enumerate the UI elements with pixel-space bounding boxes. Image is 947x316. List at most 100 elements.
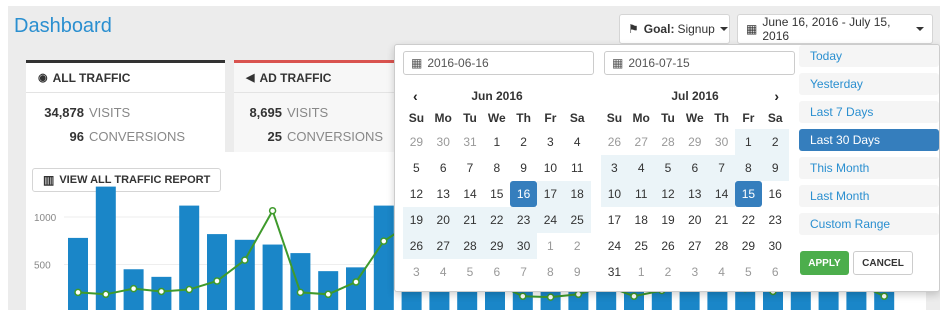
visits-bar[interactable] [262,244,283,310]
visits-bar[interactable] [207,234,227,310]
conversions-point[interactable] [519,292,527,300]
calendar-day[interactable]: 1 [483,129,510,155]
tab-ad-traffic[interactable]: ◀ AD TRAFFIC 8,695 VISITS 25 CONVERSIONS [234,60,414,152]
end-date-input[interactable]: ▦ 2016-07-15 [604,51,795,75]
calendar-day[interactable]: 4 [564,129,591,155]
range-option[interactable]: Yesterday [799,73,939,95]
calendar-day[interactable]: 21 [708,207,735,233]
calendar-day[interactable]: 12 [403,181,430,207]
conversions-point[interactable] [574,290,583,299]
calendar-day[interactable]: 29 [483,233,511,259]
calendar-day[interactable]: 26 [655,233,682,259]
calendar-day[interactable]: 8 [734,155,762,181]
calendar-day[interactable]: 23 [510,207,537,233]
calendar-day[interactable]: 1 [628,259,655,285]
calendar-day[interactable]: 14 [457,181,484,207]
calendar-day[interactable]: 17 [601,207,628,233]
calendar-day[interactable]: 16 [510,181,537,207]
conversions-point[interactable] [380,237,388,245]
calendar-day[interactable]: 16 [762,181,789,207]
calendar-day[interactable]: 15 [483,181,510,207]
calendar-day[interactable]: 15 [734,181,762,207]
calendar-day[interactable]: 5 [654,155,682,181]
calendar-day[interactable]: 2 [655,259,682,285]
calendar-day[interactable]: 7 [457,155,484,181]
calendar-day[interactable]: 10 [537,155,564,181]
calendar-day[interactable]: 19 [403,207,430,233]
next-month-icon[interactable]: › [774,85,779,107]
calendar-day[interactable]: 13 [681,181,709,207]
conversions-point[interactable] [213,277,221,285]
conversions-point[interactable] [129,284,138,293]
visits-bar[interactable] [290,253,311,310]
conversions-point[interactable] [296,288,305,297]
calendar-day[interactable]: 5 [735,259,762,285]
calendar-day[interactable]: 30 [762,233,789,259]
calendar-day[interactable]: 8 [483,155,510,181]
conversions-point[interactable] [102,290,110,299]
conversions-point[interactable] [630,292,638,300]
calendar-day[interactable]: 4 [708,259,735,285]
calendar-day[interactable]: 23 [762,207,789,233]
calendar-day[interactable]: 6 [483,259,510,285]
calendar-day[interactable]: 3 [537,129,564,155]
calendar-day[interactable]: 3 [403,259,430,285]
calendar-day[interactable]: 8 [537,259,564,285]
calendar-day[interactable]: 24 [536,207,564,233]
calendar-day[interactable]: 14 [708,181,735,207]
range-option[interactable]: This Month [799,157,939,179]
visits-bar[interactable] [234,239,255,310]
calendar-day[interactable]: 2 [510,129,537,155]
calendar-day[interactable]: 11 [564,155,591,181]
calendar-day[interactable]: 2 [564,233,591,259]
conversions-point[interactable] [352,278,360,286]
goal-dropdown-button[interactable]: ⚑ Goal: Signup [619,14,730,44]
calendar-day[interactable]: 18 [563,181,591,207]
range-option[interactable]: Last 30 Days [799,129,939,151]
date-range-button[interactable]: ▦ June 16, 2016 - July 15, 2016 [737,14,933,44]
visits-bar[interactable] [179,205,200,310]
calendar-day[interactable]: 10 [601,181,628,207]
calendar-day[interactable]: 29 [403,129,430,155]
calendar-day[interactable]: 1 [734,129,762,155]
calendar-day[interactable]: 29 [735,233,762,259]
calendar-day[interactable]: 21 [456,207,484,233]
calendar-day[interactable]: 9 [510,155,537,181]
range-option[interactable]: Last 7 Days [799,101,939,123]
calendar-day[interactable]: 27 [681,233,708,259]
cancel-button[interactable]: CANCEL [853,251,913,275]
range-option[interactable]: Custom Range [799,213,939,235]
conversions-point[interactable] [880,292,888,300]
calendar-day[interactable]: 11 [627,181,655,207]
start-date-input[interactable]: ▦ 2016-06-16 [403,51,594,75]
visits-bar[interactable] [68,237,88,310]
calendar-day[interactable]: 13 [430,181,457,207]
calendar-day[interactable]: 19 [655,207,682,233]
conversions-point[interactable] [546,293,555,301]
calendar-day[interactable]: 25 [628,233,655,259]
calendar-day[interactable]: 6 [430,155,457,181]
visits-bar[interactable] [346,267,366,310]
calendar-day[interactable]: 22 [735,207,762,233]
calendar-day[interactable]: 7 [708,155,735,181]
calendar-day[interactable]: 6 [681,155,709,181]
calendar-day[interactable]: 9 [564,259,591,285]
calendar-day[interactable]: 2 [761,129,789,155]
visits-bar[interactable] [373,205,394,310]
calendar-day[interactable]: 20 [429,207,457,233]
calendar-day[interactable]: 5 [457,259,484,285]
tab-all-traffic[interactable]: ◉ ALL TRAFFIC 34,878 VISITS 96 CONVERSIONS [26,60,225,152]
calendar-day[interactable]: 3 [601,155,628,181]
calendar-day[interactable]: 25 [563,207,591,233]
calendar-day[interactable]: 22 [483,207,511,233]
calendar-day[interactable]: 28 [456,233,484,259]
conversions-point[interactable] [74,288,82,297]
calendar-day[interactable]: 28 [655,129,682,155]
calendar-day[interactable]: 20 [681,207,708,233]
calendar-day[interactable]: 4 [627,155,655,181]
calendar-day[interactable]: 26 [601,129,628,155]
prev-month-icon[interactable]: ‹ [413,85,418,107]
conversions-point[interactable] [324,290,332,299]
calendar-day[interactable]: 29 [681,129,708,155]
calendar-day[interactable]: 7 [510,259,537,285]
